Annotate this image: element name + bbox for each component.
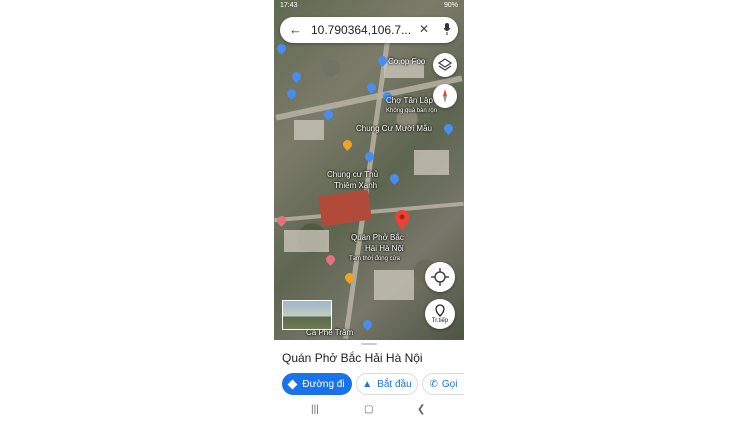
back-arrow-icon[interactable]: ← (289, 22, 302, 37)
building-roof (374, 270, 414, 300)
map-label-chung-cu-thu-thiem-1[interactable]: Chung cư Thủ (327, 170, 378, 179)
layers-icon (437, 58, 453, 71)
map-pin-blue[interactable] (361, 318, 374, 331)
search-query[interactable]: 10.790364,106.7... (311, 23, 411, 37)
building-roof (414, 150, 449, 175)
phone-screen: 17:43 90% ← 10.790364,106.7... ✕ Co.op F… (274, 0, 464, 422)
place-name: Quán Phở Bắc Hải Hà Nội (282, 351, 423, 365)
map-label-chung-cu-thu-thiem-2[interactable]: Thiêm Xanh (334, 181, 377, 190)
selected-place-pin-icon[interactable] (395, 210, 409, 230)
home-icon[interactable]: ▢ (364, 404, 373, 415)
status-bar: 17:43 90% (274, 0, 464, 12)
next-button[interactable]: Tr.tiếp (425, 299, 455, 329)
status-time: 17:43 (280, 2, 298, 9)
back-nav-icon[interactable]: ❮ (417, 404, 425, 415)
microphone-icon[interactable] (443, 23, 451, 35)
street-view-thumbnail[interactable] (282, 300, 332, 330)
compass-button[interactable] (433, 84, 457, 108)
map-pin-pink[interactable] (275, 214, 288, 227)
building-roof (294, 120, 324, 140)
map-label-chung-cu-muoi-mau[interactable]: Chung Cư Mười Mẫu (356, 124, 432, 133)
building-roof (284, 230, 329, 252)
start-label: Bắt đầu (377, 378, 412, 390)
map-label-place-status: Tạm thời đóng cửa (349, 256, 400, 262)
call-button[interactable]: ✆ Gọi (422, 373, 464, 395)
map-pin-orange[interactable] (341, 138, 354, 151)
next-label: Tr.tiếp (431, 318, 449, 324)
map-pin-blue[interactable] (388, 172, 401, 185)
recent-apps-icon[interactable]: ||| (311, 404, 319, 415)
map-pin-blue[interactable] (442, 122, 455, 135)
map-pin-blue[interactable] (275, 42, 288, 55)
call-label: Gọi (441, 378, 458, 390)
map-pin-blue[interactable] (285, 87, 298, 100)
map-label-coop[interactable]: Co.op Foo (388, 57, 425, 66)
map-pin-blue[interactable] (290, 70, 303, 83)
map-pin-pink[interactable] (324, 253, 337, 266)
map-pin-blue[interactable] (365, 81, 378, 94)
layers-button[interactable] (433, 53, 457, 77)
compass-icon (443, 89, 447, 103)
drag-handle[interactable] (361, 343, 377, 345)
search-bar[interactable]: ← 10.790364,106.7... ✕ (280, 17, 458, 43)
my-location-icon (431, 268, 449, 286)
map-label-cho-sub: Không quá bán rộn (386, 108, 438, 114)
directions-button[interactable]: Đường đi (282, 373, 352, 395)
phone-icon: ✆ (429, 378, 438, 390)
directions-icon (287, 379, 298, 389)
status-battery: 90% (443, 2, 458, 9)
map-label-place-2[interactable]: Hải Hà Nội (365, 244, 404, 253)
map-label-place-1[interactable]: Quán Phở Bắc (351, 233, 404, 242)
map-label-cho-tan-lap[interactable]: Chợ Tân Lập (386, 96, 433, 105)
start-button[interactable]: ▲ Bắt đầu (356, 373, 418, 395)
directions-label: Đường đi (302, 378, 345, 390)
satellite-map[interactable]: 17:43 90% ← 10.790364,106.7... ✕ Co.op F… (274, 0, 464, 340)
clear-icon[interactable]: ✕ (419, 22, 429, 36)
navigation-arrow-icon: ▲ (362, 378, 373, 390)
my-location-button[interactable] (425, 262, 455, 292)
